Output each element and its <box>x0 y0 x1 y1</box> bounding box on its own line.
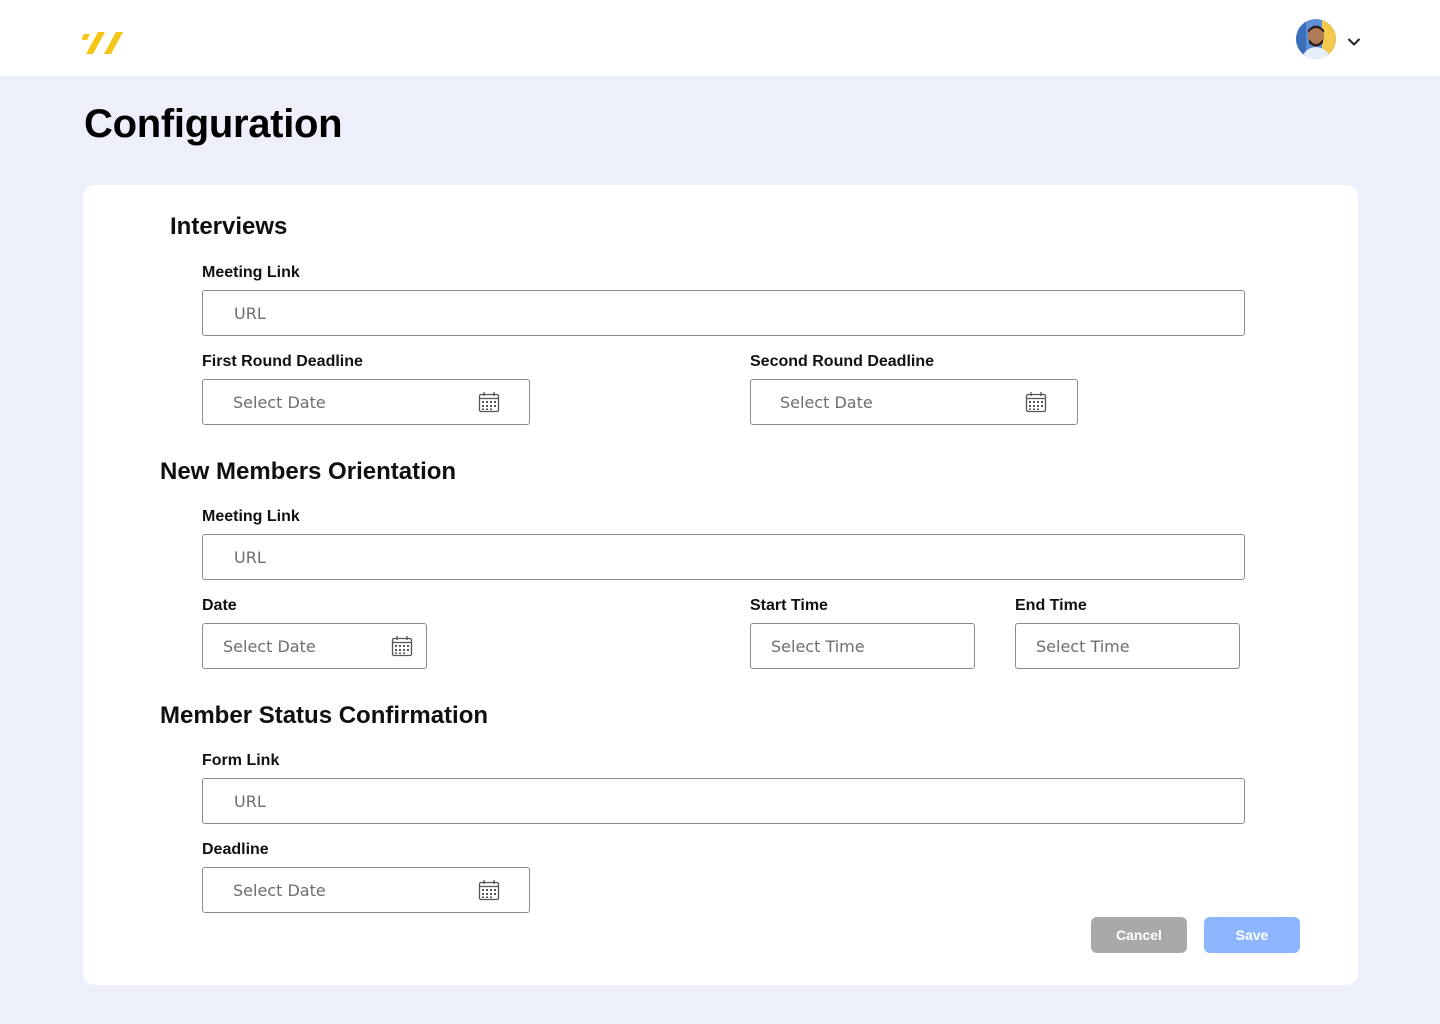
calendar-icon[interactable] <box>478 391 500 413</box>
calendar-icon[interactable] <box>391 635 413 657</box>
interviews-section-title: Interviews <box>170 213 288 240</box>
start-time-placeholder: Select Time <box>771 636 865 656</box>
interviews-meeting-link-input[interactable]: URL <box>202 290 1245 336</box>
save-button[interactable]: Save <box>1204 917 1300 953</box>
deadline-label: Deadline <box>202 841 269 858</box>
chevron-down-icon[interactable] <box>1346 34 1362 50</box>
status-confirmation-section-title: Member Status Confirmation <box>160 702 489 729</box>
orientation-date-label: Date <box>202 597 237 614</box>
orientation-section-title: New Members Orientation <box>160 458 457 485</box>
user-avatar[interactable] <box>1296 19 1336 59</box>
second-round-deadline-input[interactable]: Select Date <box>750 379 1078 425</box>
start-time-input[interactable]: Select Time <box>750 623 975 669</box>
first-round-deadline-label: First Round Deadline <box>202 353 363 370</box>
orientation-meeting-link-label: Meeting Link <box>202 508 300 525</box>
brand-logo-icon[interactable] <box>82 30 126 58</box>
first-round-deadline-placeholder: Select Date <box>233 392 326 412</box>
calendar-icon[interactable] <box>478 879 500 901</box>
form-link-placeholder: URL <box>234 791 266 811</box>
second-round-deadline-label: Second Round Deadline <box>750 353 935 370</box>
end-time-input[interactable]: Select Time <box>1015 623 1240 669</box>
interviews-meeting-link-label: Meeting Link <box>202 264 300 281</box>
page-title: Configuration <box>84 102 343 146</box>
orientation-date-input[interactable]: Select Date <box>202 623 427 669</box>
interviews-meeting-link-placeholder: URL <box>234 303 266 323</box>
end-time-label: End Time <box>1015 597 1087 614</box>
form-link-label: Form Link <box>202 752 280 769</box>
calendar-icon[interactable] <box>1025 391 1047 413</box>
deadline-placeholder: Select Date <box>233 880 326 900</box>
start-time-label: Start Time <box>750 597 828 614</box>
top-bar <box>0 0 1440 76</box>
deadline-input[interactable]: Select Date <box>202 867 530 913</box>
orientation-date-placeholder: Select Date <box>223 636 316 656</box>
first-round-deadline-input[interactable]: Select Date <box>202 379 530 425</box>
orientation-meeting-link-placeholder: URL <box>234 547 266 567</box>
cancel-button[interactable]: Cancel <box>1091 917 1187 953</box>
second-round-deadline-placeholder: Select Date <box>780 392 873 412</box>
configuration-card: Interviews Meeting Link URL First Round … <box>83 185 1358 985</box>
orientation-meeting-link-input[interactable]: URL <box>202 534 1245 580</box>
end-time-placeholder: Select Time <box>1036 636 1130 656</box>
form-link-input[interactable]: URL <box>202 778 1245 824</box>
